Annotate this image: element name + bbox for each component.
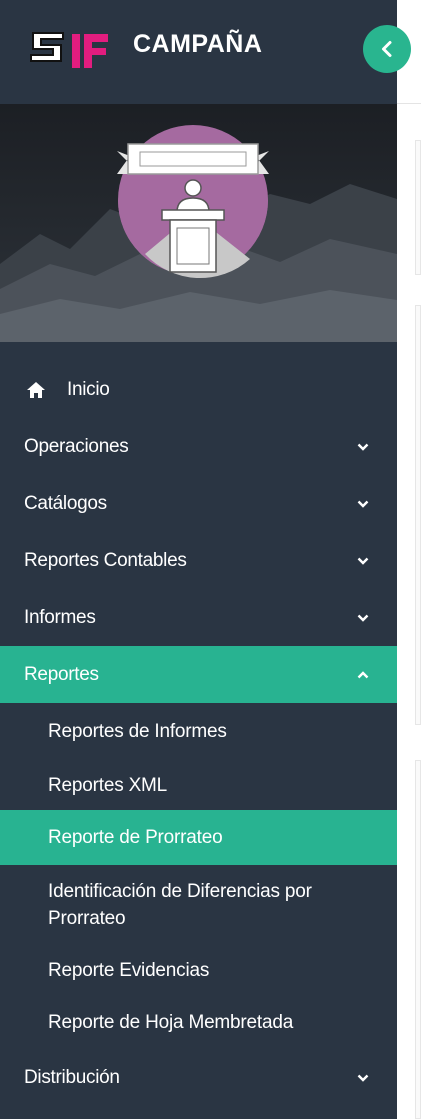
submenu-item-identificacion-de-diferencias[interactable]: Identificación de Diferencias por Prorra…	[0, 865, 397, 945]
submenu-item-reporte-de-hoja-membretada[interactable]: Reporte de Hoja Membretada	[0, 995, 397, 1049]
submenu-item-label: Reporte de Prorrateo	[48, 827, 223, 848]
submenu-item-label: Identificación de Diferencias por Prorra…	[48, 881, 312, 929]
submenu-item-label: Reporte de Hoja Membretada	[48, 1011, 294, 1033]
menu-item-informes[interactable]: Informes	[0, 589, 397, 646]
chevron-down-icon	[357, 557, 369, 565]
home-icon	[27, 382, 45, 398]
sidebar-header: CAMPAÑA	[0, 0, 397, 104]
banner-image	[0, 104, 397, 342]
menu-item-distribucion[interactable]: Distribución	[0, 1049, 397, 1106]
submenu-item-reportes-de-informes[interactable]: Reportes de Informes	[0, 703, 397, 760]
submenu-item-label: Reportes XML	[48, 774, 168, 796]
menu-item-label: Operaciones	[24, 435, 129, 457]
menu-item-reportes-contables[interactable]: Reportes Contables	[0, 532, 397, 589]
menu-item-inicio[interactable]: Inicio	[0, 362, 397, 418]
menu-item-label: Informes	[24, 606, 96, 628]
menu-item-operaciones[interactable]: Operaciones	[0, 418, 397, 475]
main-content-edge	[397, 0, 421, 1119]
sif-logo	[26, 24, 124, 70]
submenu-item-reporte-de-prorrateo[interactable]: Reporte de Prorrateo	[0, 810, 397, 865]
menu-item-label: Reportes	[24, 663, 99, 685]
submenu-item-label: Reporte Evidencias	[48, 959, 210, 981]
main-menu: Inicio Operaciones Catálogos Reportes Co…	[0, 362, 397, 1106]
menu-item-label: Inicio	[67, 379, 110, 400]
app-title: CAMPAÑA	[133, 30, 263, 58]
content-card	[415, 305, 421, 725]
chevron-down-icon	[357, 614, 369, 622]
sidebar: CAMPAÑA Inicio Operaciones Catálogos Rep…	[0, 0, 397, 1119]
menu-item-label: Reportes Contables	[24, 549, 187, 571]
submenu-item-label: Reportes de Informes	[48, 721, 227, 742]
menu-item-label: Catálogos	[24, 492, 107, 514]
collapse-sidebar-button[interactable]	[363, 25, 411, 73]
chevron-up-icon	[357, 670, 369, 678]
menu-item-label: Distribución	[24, 1066, 120, 1088]
menu-item-reportes[interactable]: Reportes	[0, 646, 397, 703]
chevron-left-icon	[382, 41, 392, 57]
submenu-item-reporte-evidencias[interactable]: Reporte Evidencias	[0, 945, 397, 995]
submenu-item-reportes-xml[interactable]: Reportes XML	[0, 760, 397, 810]
chevron-down-icon	[357, 1074, 369, 1082]
menu-item-catalogos[interactable]: Catálogos	[0, 475, 397, 532]
content-card	[415, 140, 421, 275]
content-card	[415, 760, 421, 1119]
chevron-down-icon	[357, 500, 369, 508]
chevron-down-icon	[357, 443, 369, 451]
profile-banner	[0, 104, 397, 342]
